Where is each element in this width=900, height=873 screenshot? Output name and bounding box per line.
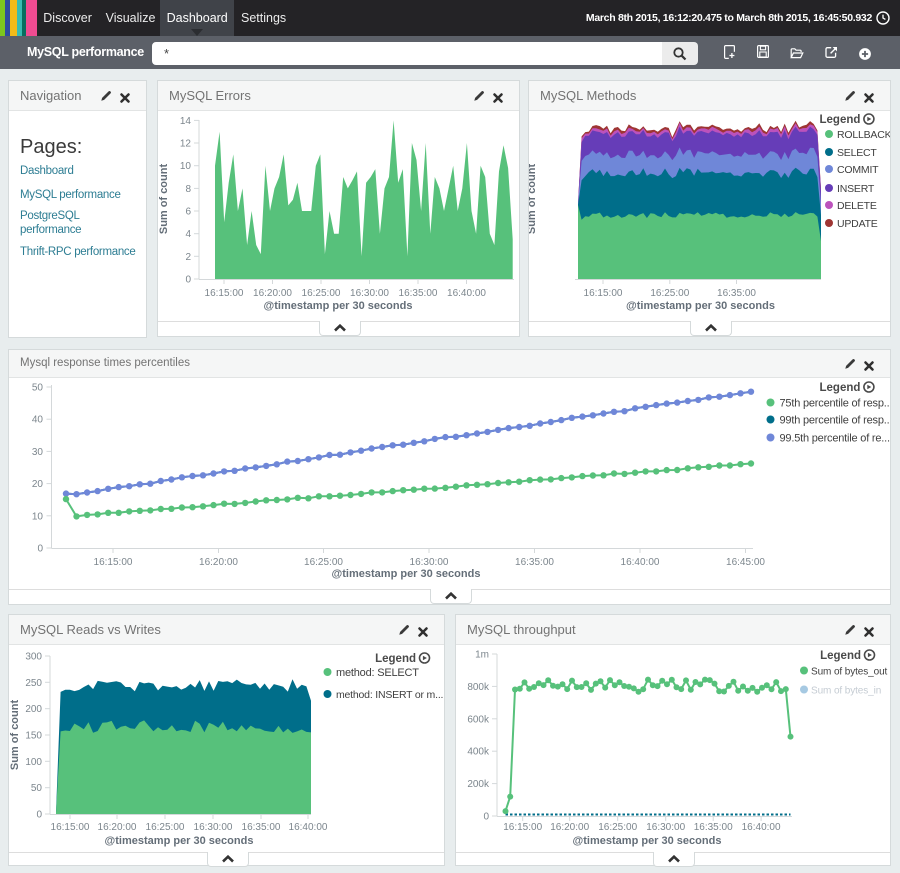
svg-text:1m: 1m: [475, 650, 489, 661]
svg-text:Sum of count: Sum of count: [158, 164, 170, 235]
svg-text:COMMIT: COMMIT: [837, 164, 879, 176]
svg-text:Sum of count: Sum of count: [9, 700, 21, 771]
svg-text:16:25:00: 16:25:00: [304, 557, 343, 568]
svg-text:100: 100: [25, 757, 42, 768]
svg-text:75th percentile of resp...: 75th percentile of resp...: [780, 398, 891, 410]
svg-text:16:15:00: 16:15:00: [503, 822, 542, 833]
svg-text:400k: 400k: [467, 747, 490, 758]
svg-text:150: 150: [25, 731, 42, 742]
svg-text:99.5th percentile of re...: 99.5th percentile of re...: [780, 433, 891, 445]
svg-text:16:15:00: 16:15:00: [584, 288, 623, 299]
svg-text:16:40:00: 16:40:00: [447, 288, 486, 299]
svg-text:UPDATE: UPDATE: [837, 218, 878, 230]
svg-text:20: 20: [32, 479, 44, 490]
svg-text:40: 40: [32, 415, 44, 426]
svg-text:16:20:00: 16:20:00: [550, 822, 589, 833]
svg-text:600k: 600k: [467, 714, 490, 725]
svg-text:16:30:00: 16:30:00: [350, 288, 389, 299]
svg-text:200k: 200k: [467, 779, 490, 790]
svg-text:method: SELECT: method: SELECT: [336, 667, 419, 679]
svg-text:16:40:00: 16:40:00: [621, 557, 660, 568]
svg-text:@timestamp per 30 seconds: @timestamp per 30 seconds: [626, 300, 775, 312]
svg-text:@timestamp per 30 seconds: @timestamp per 30 seconds: [573, 835, 722, 847]
svg-text:0: 0: [37, 544, 43, 555]
svg-text:Legend: Legend: [820, 650, 861, 662]
svg-text:method: INSERT or m...: method: INSERT or m...: [336, 689, 443, 701]
svg-text:DELETE: DELETE: [837, 200, 877, 212]
svg-text:14: 14: [180, 116, 192, 127]
svg-text:16:35:00: 16:35:00: [242, 822, 281, 833]
svg-text:16:25:00: 16:25:00: [146, 822, 185, 833]
svg-text:16:20:00: 16:20:00: [98, 822, 137, 833]
svg-text:16:40:00: 16:40:00: [289, 822, 328, 833]
svg-text:INSERT: INSERT: [837, 183, 875, 195]
svg-text:16:40:00: 16:40:00: [742, 822, 781, 833]
svg-text:0: 0: [483, 812, 489, 823]
svg-text:16:45:00: 16:45:00: [726, 557, 765, 568]
svg-text:50: 50: [31, 783, 43, 794]
svg-text:50: 50: [32, 383, 44, 394]
svg-text:16:35:00: 16:35:00: [694, 822, 733, 833]
svg-text:10: 10: [180, 161, 192, 172]
svg-text:@timestamp per 30 seconds: @timestamp per 30 seconds: [264, 300, 413, 312]
svg-text:200: 200: [25, 704, 42, 715]
svg-text:16:15:00: 16:15:00: [205, 288, 244, 299]
svg-text:@timestamp per 30 seconds: @timestamp per 30 seconds: [332, 568, 481, 580]
svg-text:16:30:00: 16:30:00: [194, 822, 233, 833]
svg-text:0: 0: [185, 275, 191, 286]
svg-text:Legend: Legend: [820, 382, 861, 394]
svg-text:12: 12: [180, 139, 192, 150]
svg-text:30: 30: [32, 447, 44, 458]
svg-text:16:25:00: 16:25:00: [650, 288, 689, 299]
svg-text:10: 10: [32, 511, 44, 522]
svg-text:99th percentile of resp...: 99th percentile of resp...: [780, 415, 891, 427]
svg-text:6: 6: [185, 207, 191, 218]
svg-text:Legend: Legend: [375, 653, 416, 665]
svg-text:300: 300: [25, 652, 42, 663]
svg-text:16:25:00: 16:25:00: [598, 822, 637, 833]
svg-text:Legend: Legend: [820, 114, 861, 126]
svg-text:250: 250: [25, 678, 42, 689]
svg-text:2: 2: [185, 252, 191, 263]
svg-text:16:15:00: 16:15:00: [51, 822, 90, 833]
svg-text:8: 8: [185, 184, 191, 195]
svg-text:16:25:00: 16:25:00: [302, 288, 341, 299]
svg-text:16:30:00: 16:30:00: [646, 822, 685, 833]
svg-text:16:20:00: 16:20:00: [199, 557, 238, 568]
svg-text:0: 0: [36, 810, 42, 821]
svg-text:16:30:00: 16:30:00: [410, 557, 449, 568]
svg-text:ROLLBACK: ROLLBACK: [837, 129, 890, 141]
svg-text:16:35:00: 16:35:00: [399, 288, 438, 299]
svg-text:16:15:00: 16:15:00: [94, 557, 133, 568]
svg-text:16:20:00: 16:20:00: [253, 288, 292, 299]
svg-text:4: 4: [185, 229, 191, 240]
svg-text:Sum of bytes_in: Sum of bytes_in: [811, 686, 881, 697]
svg-text:16:35:00: 16:35:00: [515, 557, 554, 568]
svg-text:SELECT: SELECT: [837, 147, 877, 159]
svg-text:800k: 800k: [467, 682, 490, 693]
svg-text:Sum of count: Sum of count: [529, 164, 538, 235]
svg-text:Sum of bytes_out: Sum of bytes_out: [811, 667, 888, 678]
svg-text:@timestamp per 30 seconds: @timestamp per 30 seconds: [105, 835, 254, 847]
svg-text:16:35:00: 16:35:00: [717, 288, 756, 299]
